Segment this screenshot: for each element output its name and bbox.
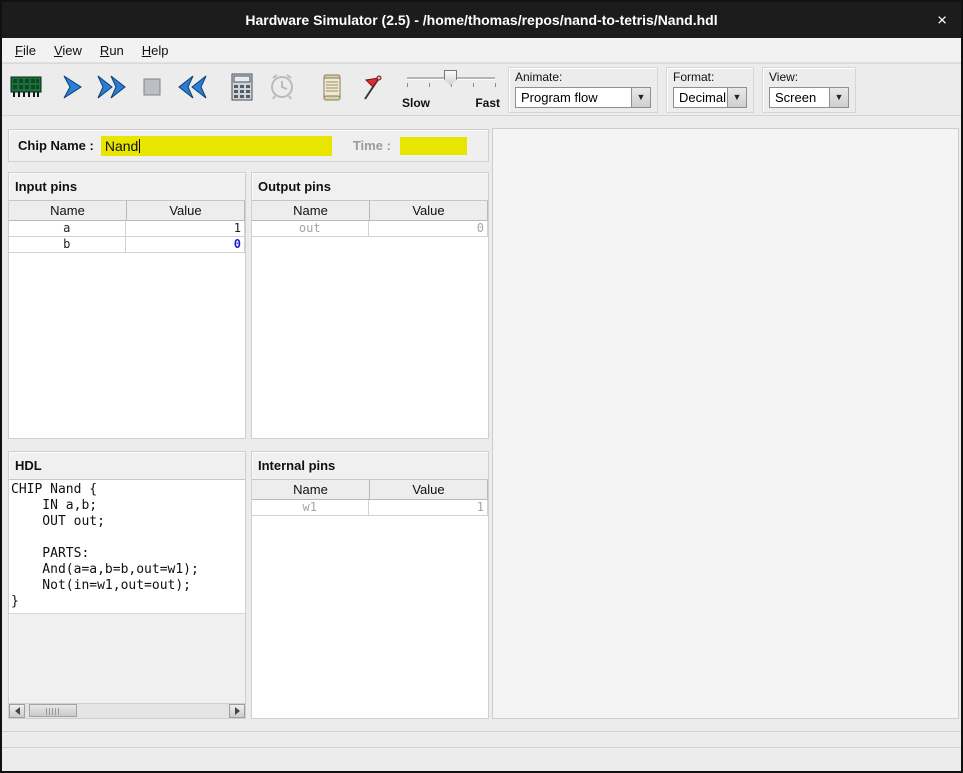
time-label: Time : xyxy=(353,138,391,153)
close-icon[interactable]: × xyxy=(937,12,947,29)
hdl-code-view: CHIP Nand { IN a,b; OUT out; PARTS: And(… xyxy=(9,479,245,614)
speed-slider: Slow Fast xyxy=(402,68,500,112)
panel-title: HDL xyxy=(9,452,245,479)
menu-file[interactable]: File xyxy=(6,39,45,62)
clock-icon xyxy=(269,73,295,106)
animate-value: Program flow xyxy=(516,88,631,107)
animate-label: Animate: xyxy=(515,70,651,84)
format-group: Format: Decimal ▼ xyxy=(666,67,754,113)
pin-value[interactable]: 1 xyxy=(126,221,246,237)
text-caret xyxy=(139,139,140,153)
chip-display-area xyxy=(492,128,959,719)
chevron-down-icon[interactable]: ▼ xyxy=(829,88,848,107)
internal-pins-panel: Internal pins Name Value w1 1 xyxy=(251,451,489,719)
column-header-name: Name xyxy=(252,201,370,221)
table-row: a 1 xyxy=(9,221,245,237)
view-group: View: Screen ▼ xyxy=(762,67,856,113)
status-bar xyxy=(2,731,961,748)
calculator-icon xyxy=(230,73,254,106)
horizontal-scrollbar xyxy=(9,703,245,718)
menu-view[interactable]: View xyxy=(45,39,91,62)
pin-name: b xyxy=(9,237,126,253)
time-input xyxy=(400,137,467,155)
input-pins-table: Name Value a 1 b 0 xyxy=(9,200,245,438)
column-header-name: Name xyxy=(252,480,370,500)
pin-value: 1 xyxy=(369,500,489,516)
animate-group: Animate: Program flow ▼ xyxy=(508,67,658,113)
scrollbar-track[interactable] xyxy=(25,704,229,718)
pin-name: w1 xyxy=(252,500,369,516)
hardware-simulator-window: Hardware Simulator (2.5) - /home/thomas/… xyxy=(0,0,963,773)
chip-name-bar: Chip Name : Nand Time : xyxy=(8,129,489,162)
menu-help[interactable]: Help xyxy=(133,39,178,62)
internal-pins-table: Name Value w1 1 xyxy=(252,479,488,718)
format-select[interactable]: Decimal ▼ xyxy=(673,87,747,108)
stop-button[interactable] xyxy=(132,69,172,111)
window-title: Hardware Simulator (2.5) - /home/thomas/… xyxy=(245,12,717,28)
reset-double-arrow-icon xyxy=(175,73,209,106)
run-button[interactable] xyxy=(92,69,132,111)
clock-button xyxy=(262,69,302,111)
script-button[interactable] xyxy=(312,69,352,111)
pin-name: a xyxy=(9,221,126,237)
scroll-icon xyxy=(320,73,344,106)
chip-name-value: Nand xyxy=(105,138,138,154)
chip-name-label: Chip Name : xyxy=(18,138,94,153)
column-header-value: Value xyxy=(370,201,488,221)
run-double-arrow-icon xyxy=(95,73,129,106)
view-label: View: xyxy=(769,70,849,84)
menu-run[interactable]: Run xyxy=(91,39,133,62)
step-arrow-icon xyxy=(58,73,86,106)
pin-name: out xyxy=(252,221,369,237)
table-row: b 0 xyxy=(9,237,245,253)
stop-square-icon xyxy=(140,75,164,104)
evaluate-button[interactable] xyxy=(222,69,262,111)
hdl-panel: HDL CHIP Nand { IN a,b; OUT out; PARTS: … xyxy=(8,451,246,719)
format-label: Format: xyxy=(673,70,747,84)
reset-button[interactable] xyxy=(172,69,212,111)
output-pins-table: Name Value out 0 xyxy=(252,200,488,438)
load-chip-button[interactable] xyxy=(6,69,46,111)
pin-value[interactable]: 0 xyxy=(126,237,246,253)
column-header-name: Name xyxy=(9,201,127,221)
view-value: Screen xyxy=(770,88,829,107)
view-select[interactable]: Screen ▼ xyxy=(769,87,849,108)
arrow-right-icon xyxy=(235,707,240,715)
column-header-value: Value xyxy=(127,201,245,221)
table-row: w1 1 xyxy=(252,500,488,516)
panel-title: Internal pins xyxy=(252,452,488,479)
chevron-down-icon[interactable]: ▼ xyxy=(727,88,746,107)
panel-title: Input pins xyxy=(9,173,245,200)
slider-slow-label: Slow xyxy=(402,96,430,110)
scroll-left-button[interactable] xyxy=(9,704,25,718)
scroll-right-button[interactable] xyxy=(229,704,245,718)
breakpoints-button[interactable] xyxy=(352,69,392,111)
toolbar: Slow Fast Animate: Program flow ▼ Format… xyxy=(2,63,961,116)
panel-title: Output pins xyxy=(252,173,488,200)
chevron-down-icon[interactable]: ▼ xyxy=(631,88,650,107)
arrow-left-icon xyxy=(15,707,20,715)
chip-icon xyxy=(10,75,42,104)
table-row: out 0 xyxy=(252,221,488,237)
animate-select[interactable]: Program flow ▼ xyxy=(515,87,651,108)
column-header-value: Value xyxy=(370,480,488,500)
flag-icon xyxy=(359,73,385,106)
input-pins-panel: Input pins Name Value a 1 b 0 xyxy=(8,172,246,439)
slider-fast-label: Fast xyxy=(475,96,500,110)
output-pins-panel: Output pins Name Value out 0 xyxy=(251,172,489,439)
scrollbar-thumb[interactable] xyxy=(29,704,77,717)
pin-value: 0 xyxy=(369,221,489,237)
format-value: Decimal xyxy=(674,88,727,107)
menu-bar: File View Run Help xyxy=(2,38,961,63)
chip-name-input[interactable]: Nand xyxy=(101,136,332,156)
title-bar: Hardware Simulator (2.5) - /home/thomas/… xyxy=(2,2,961,38)
single-step-button[interactable] xyxy=(52,69,92,111)
